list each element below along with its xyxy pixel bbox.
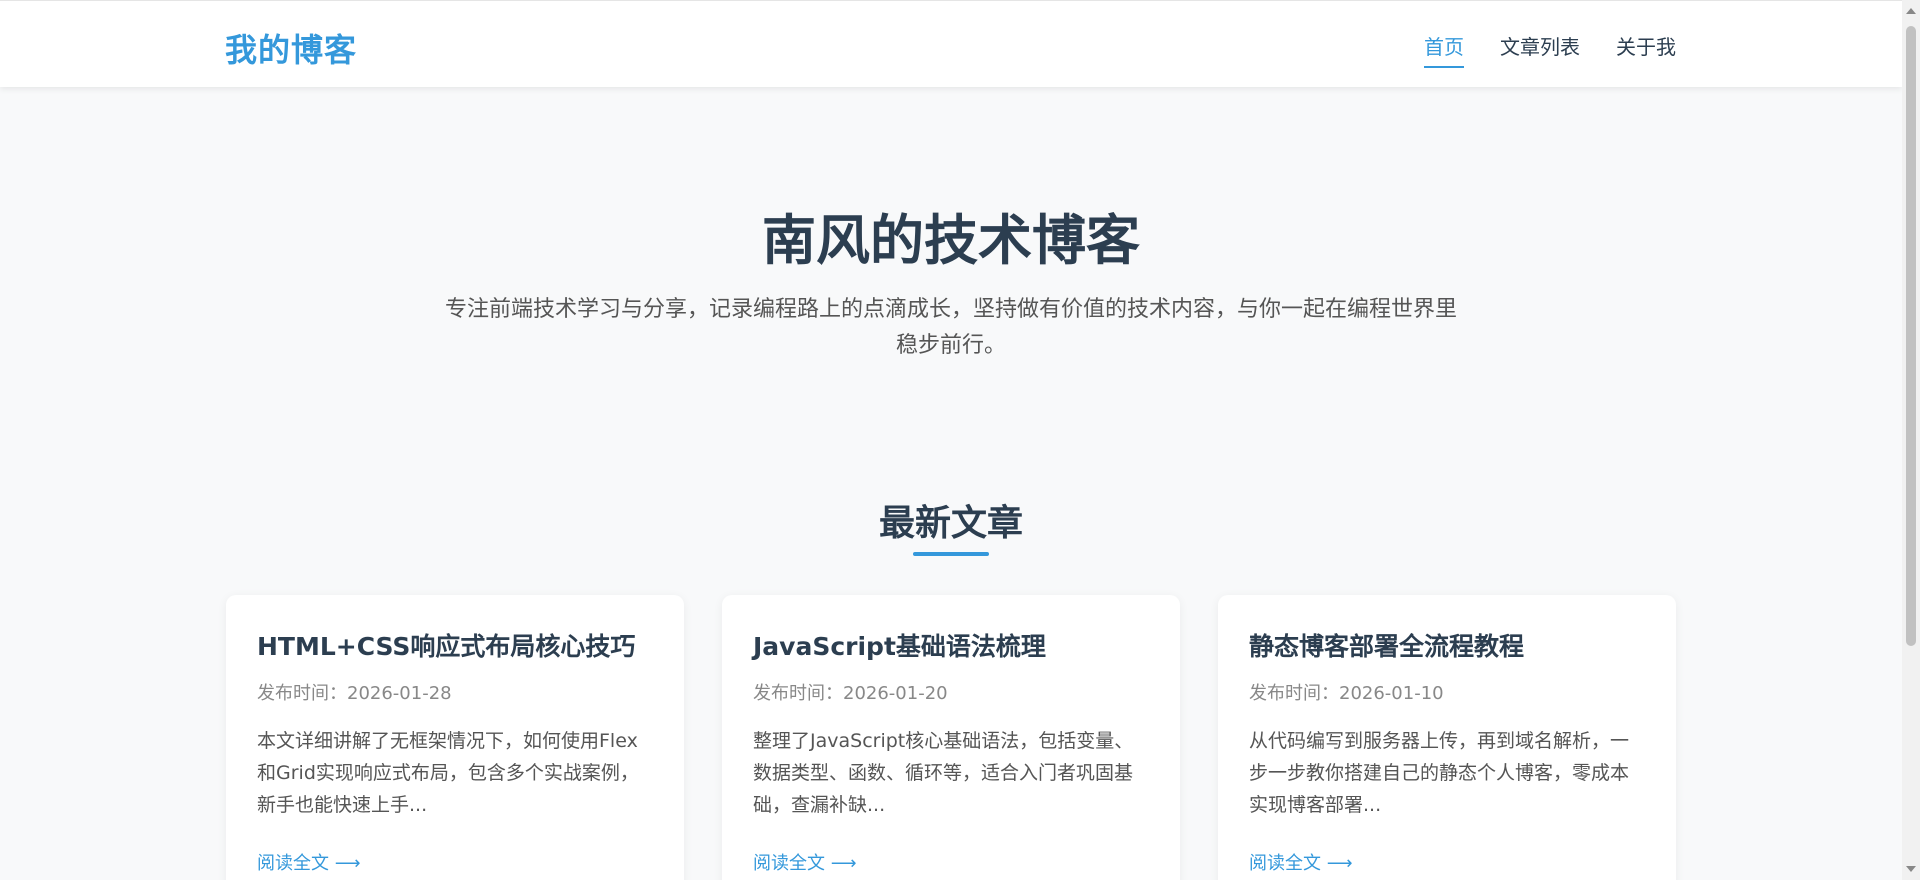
post-card: HTML+CSS响应式布局核心技巧 发布时间：2026-01-28 本文详细讲解… <box>226 595 684 880</box>
post-card: 静态博客部署全流程教程 发布时间：2026-01-10 从代码编写到服务器上传，… <box>1218 595 1676 880</box>
post-excerpt: 整理了JavaScript核心基础语法，包括变量、数据类型、函数、循环等，适合入… <box>753 730 1134 816</box>
post-title[interactable]: JavaScript基础语法梳理 <box>753 627 1046 663</box>
vertical-scrollbar[interactable] <box>1902 0 1920 880</box>
post-excerpt: 从代码编写到服务器上传，再到域名解析，一步一步教你搭建自己的静态个人博客，零成本… <box>1249 730 1630 816</box>
hero-title: 南风的技术博客 <box>762 209 1140 272</box>
post-date: 发布时间：2026-01-10 <box>1249 683 1444 704</box>
scroll-down-arrow-icon[interactable] <box>1906 866 1916 872</box>
section-underline <box>913 552 989 556</box>
nav-articles[interactable]: 文章列表 <box>1500 31 1580 68</box>
post-date: 发布时间：2026-01-20 <box>753 683 948 704</box>
post-title[interactable]: HTML+CSS响应式布局核心技巧 <box>257 627 635 663</box>
read-more-link[interactable]: 阅读全文 ⟶ <box>1249 849 1353 875</box>
main-nav: 首页 文章列表 关于我 <box>1424 31 1676 68</box>
nav-about[interactable]: 关于我 <box>1616 31 1676 68</box>
section-title: 最新文章 <box>878 503 1023 544</box>
hero-description: 专注前端技术学习与分享，记录编程路上的点滴成长，坚持做有价值的技术内容，与你一起… <box>445 297 1458 358</box>
scrollbar-thumb[interactable] <box>1906 26 1916 646</box>
page: 我的博客 首页 文章列表 关于我 南风的技术博客 专注前端技术学习与分享，记录编… <box>0 0 1920 880</box>
site-logo[interactable]: 我的博客 <box>225 25 357 71</box>
post-excerpt: 本文详细讲解了无框架情况下，如何使用Flex和Grid实现响应式布局，包含多个实… <box>257 730 639 816</box>
site-header: 我的博客 首页 文章列表 关于我 <box>0 0 1902 87</box>
scroll-up-arrow-icon[interactable] <box>1906 8 1916 14</box>
nav-home[interactable]: 首页 <box>1424 31 1464 68</box>
read-more-link[interactable]: 阅读全文 ⟶ <box>257 849 361 875</box>
post-date: 发布时间：2026-01-28 <box>257 683 452 704</box>
post-title[interactable]: 静态博客部署全流程教程 <box>1249 627 1524 663</box>
read-more-link[interactable]: 阅读全文 ⟶ <box>753 849 857 875</box>
post-card: JavaScript基础语法梳理 发布时间：2026-01-20 整理了Java… <box>722 595 1180 880</box>
